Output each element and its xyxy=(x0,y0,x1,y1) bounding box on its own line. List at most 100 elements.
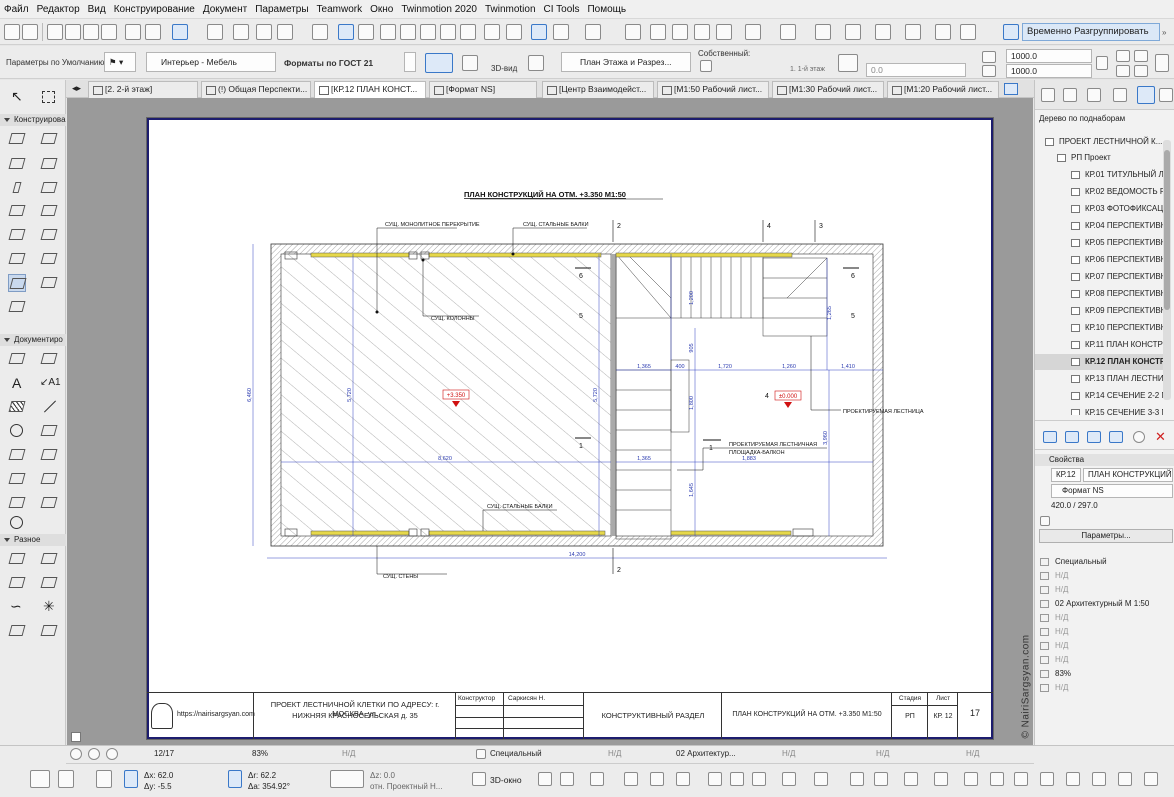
status-nd2[interactable]: Н/Д xyxy=(608,749,621,758)
mesh-tool-icon[interactable] xyxy=(8,298,26,316)
tree-item-kr04[interactable]: КР.04 ПЕРСПЕКТИВНЬ xyxy=(1035,218,1163,234)
label-tool-icon[interactable]: ↙A1 xyxy=(40,374,61,392)
measure-icon[interactable] xyxy=(101,24,117,40)
align-icon[interactable] xyxy=(358,24,374,40)
tab-list-icon[interactable]: ◂▸ xyxy=(72,83,81,94)
cursor-snap-icon[interactable] xyxy=(96,770,112,788)
tab-worksheet-m150[interactable]: [М1:50 Рабочий лист... xyxy=(657,81,769,98)
tree-item-kr08[interactable]: КР.08 ПЕРСПЕКТИВНЬ xyxy=(1035,286,1163,302)
polar-origin-icon[interactable] xyxy=(228,770,242,788)
door-tool-icon[interactable] xyxy=(40,130,58,148)
tab-floor-2[interactable]: [2. 2-й этаж] xyxy=(88,81,198,98)
view-map-icon[interactable] xyxy=(1087,88,1101,102)
prop-row-nd4[interactable]: Н/Д xyxy=(1035,625,1163,639)
material-icon[interactable] xyxy=(904,772,918,786)
circle-tool-icon[interactable] xyxy=(8,422,26,440)
tree-root[interactable]: ПРОЕКТ ЛЕСТНИЧНОЙ К... xyxy=(1035,134,1163,150)
roof-tool-icon[interactable] xyxy=(8,226,26,244)
text-tool-icon[interactable]: A xyxy=(8,374,26,392)
snap-menu-icon[interactable] xyxy=(58,770,74,788)
tree-item-kr12[interactable]: КР.12 ПЛАН КОНСТР xyxy=(1035,354,1163,370)
documentation-palette-header[interactable]: Документиро xyxy=(0,334,66,346)
polyline-tool-icon[interactable] xyxy=(40,422,58,440)
render-icon[interactable] xyxy=(585,24,601,40)
3d-document-tool-icon[interactable] xyxy=(8,622,26,640)
settings-icon[interactable] xyxy=(1118,772,1132,786)
trace-reference-icon[interactable] xyxy=(960,24,976,40)
navigator-scrollbar[interactable] xyxy=(1163,140,1171,400)
menu-options[interactable]: Параметры xyxy=(255,4,308,15)
layer-select[interactable]: Интерьер - Мебель xyxy=(146,52,276,72)
line-tool-icon[interactable] xyxy=(40,398,58,416)
width-field[interactable]: 1000.0 xyxy=(1006,49,1092,63)
navigator-menu-icon[interactable] xyxy=(1041,88,1055,102)
gravity-icon[interactable] xyxy=(172,24,188,40)
shell-tool-icon[interactable] xyxy=(40,226,58,244)
floor-plan-select[interactable]: План Этажа и Разрез... xyxy=(561,52,691,72)
arrow-tool-icon[interactable]: ↖ xyxy=(8,88,26,106)
multiply-icon[interactable] xyxy=(440,24,456,40)
camera-path-tool-icon[interactable] xyxy=(40,622,58,640)
detail-icon[interactable] xyxy=(694,24,710,40)
layout-id-field[interactable]: КР.12 xyxy=(1051,468,1081,482)
menu-teamwork[interactable]: Teamwork xyxy=(317,4,363,15)
tree-item-kr05[interactable]: КР.05 ПЕРСПЕКТИВНЬ xyxy=(1035,235,1163,251)
publisher-sets-icon[interactable] xyxy=(1137,86,1155,104)
tab-worksheet-m120[interactable]: [М1:20 Рабочий лист... xyxy=(887,81,999,98)
tree-item-kr01[interactable]: КР.01 ТИТУЛЬНЫЙ ЛИ xyxy=(1035,167,1163,183)
prop-row-nd5[interactable]: Н/Д xyxy=(1035,639,1163,653)
menu-twinmotion-2020[interactable]: Twinmotion 2020 xyxy=(401,4,477,15)
fill-icon[interactable] xyxy=(312,24,328,40)
graphic-override-icon[interactable] xyxy=(476,749,486,759)
section-icon[interactable] xyxy=(650,24,666,40)
hotspot-tool-icon[interactable] xyxy=(8,470,26,488)
walk-icon[interactable] xyxy=(624,772,638,786)
sun-icon[interactable] xyxy=(708,772,722,786)
tree-item-kr02[interactable]: КР.02 ВЕДОМОСТЬ РА xyxy=(1035,184,1163,200)
anchor-icon[interactable] xyxy=(1116,65,1130,77)
menu-design[interactable]: Конструирование xyxy=(114,4,195,15)
window-tool-icon[interactable] xyxy=(8,155,26,173)
rotate-view-icon[interactable] xyxy=(850,772,864,786)
grid-snap-icon[interactable] xyxy=(207,24,223,40)
adjust-icon[interactable] xyxy=(460,24,476,40)
guide-line-icon[interactable] xyxy=(125,24,141,40)
layout-settings-icon[interactable] xyxy=(1040,516,1050,526)
selection-highlight-icon[interactable] xyxy=(338,24,354,40)
photo-render-icon[interactable] xyxy=(934,772,948,786)
tab-collaboration-center[interactable]: [Центр Взаимодейст... xyxy=(542,81,654,98)
status-nd5[interactable]: Н/Д xyxy=(966,749,979,758)
section-box-icon[interactable] xyxy=(752,772,766,786)
stair-tool-icon[interactable] xyxy=(8,202,26,220)
mark-icon[interactable] xyxy=(1066,772,1080,786)
figure-tool-icon[interactable] xyxy=(8,494,26,512)
mirror-icon[interactable] xyxy=(380,24,396,40)
marquee-tool-icon[interactable] xyxy=(40,88,58,106)
attach-icon[interactable] xyxy=(1014,772,1028,786)
zoom-field[interactable]: 83% xyxy=(252,749,268,758)
search-icon[interactable] xyxy=(990,772,1004,786)
zoom-out-icon[interactable] xyxy=(88,748,100,760)
drawing-canvas[interactable]: ПЛАН КОНСТРУКЦИЙ НА ОТМ. +3.350 М1:50 14… xyxy=(67,98,1033,745)
tree-item-kr15[interactable]: КР.15 СЕЧЕНИЕ 3-3 М xyxy=(1035,405,1163,415)
status-nd1[interactable]: Н/Д xyxy=(342,749,355,758)
trace-icon[interactable] xyxy=(233,24,249,40)
3d-box-icon[interactable] xyxy=(462,55,478,71)
spline-tool-icon[interactable] xyxy=(40,446,58,464)
prop-row-nd3[interactable]: Н/Д xyxy=(1035,611,1163,625)
menu-twinmotion[interactable]: Twinmotion xyxy=(485,4,536,15)
elevation-icon[interactable] xyxy=(672,24,688,40)
prop-row-special[interactable]: Специальный xyxy=(1035,555,1163,569)
drag-icon[interactable] xyxy=(420,24,436,40)
status-special[interactable]: Специальный xyxy=(490,749,542,758)
wireframe-icon[interactable] xyxy=(538,772,552,786)
layers-icon[interactable] xyxy=(1040,772,1054,786)
tree-item-kr10[interactable]: КР.10 ПЕРСПЕКТИВНЬ xyxy=(1035,320,1163,336)
inject-icon[interactable] xyxy=(65,24,81,40)
status-arch[interactable]: 02 Архитектур... xyxy=(676,749,736,758)
tab-perspective[interactable]: (!) Общая Перспекти... xyxy=(201,81,311,98)
menu-document[interactable]: Документ xyxy=(203,4,247,15)
status-nd4[interactable]: Н/Д xyxy=(876,749,889,758)
orbit-icon[interactable] xyxy=(650,772,664,786)
3d-window-label[interactable]: 3D-окно xyxy=(490,775,522,785)
